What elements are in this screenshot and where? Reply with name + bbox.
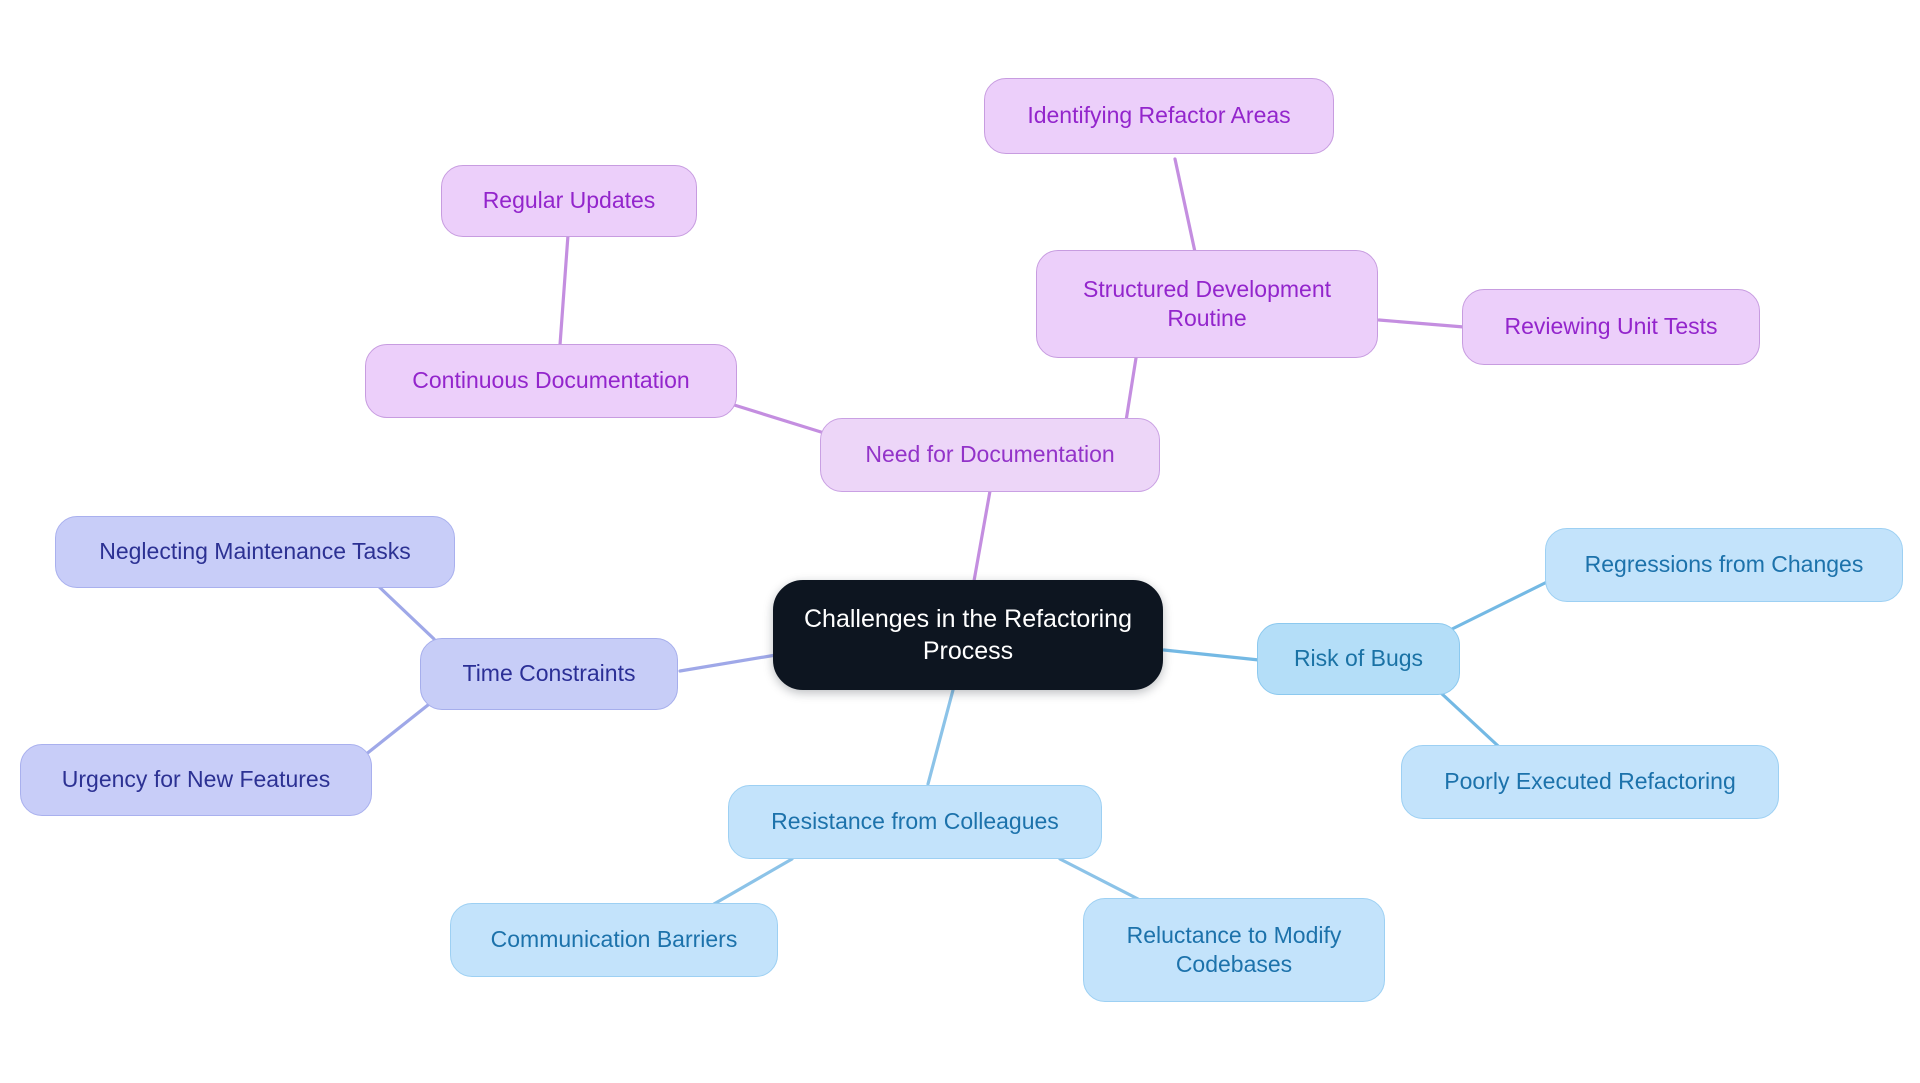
mindmap-canvas: Challenges in the Refactoring Process Ne… xyxy=(0,0,1920,1083)
edge-structured-routine-reviewing-unit-tests xyxy=(1377,318,1466,329)
node-need-for-documentation[interactable]: Need for Documentation xyxy=(820,418,1160,492)
node-risk-of-bugs[interactable]: Risk of Bugs xyxy=(1257,623,1460,695)
node-reluctance-to-modify-codebases[interactable]: Reluctance to Modify Codebases xyxy=(1083,898,1385,1002)
node-time-constraints[interactable]: Time Constraints xyxy=(420,638,678,710)
edge-documentation-continuous-documentation xyxy=(729,402,823,434)
node-neglecting-maintenance-tasks[interactable]: Neglecting Maintenance Tasks xyxy=(55,516,455,588)
node-resistance-from-colleagues[interactable]: Resistance from Colleagues xyxy=(728,785,1102,859)
edge-resistance-colleagues-reluctance-modify-codebases xyxy=(1058,857,1140,901)
edge-root-time-constraints xyxy=(678,653,778,673)
node-structured-development-routine[interactable]: Structured Development Routine xyxy=(1036,250,1378,358)
node-continuous-documentation[interactable]: Continuous Documentation xyxy=(365,344,737,418)
edge-continuous-documentation-regular-updates xyxy=(558,233,570,347)
node-identifying-refactor-areas[interactable]: Identifying Refactor Areas xyxy=(984,78,1334,154)
edge-time-constraints-urgency-new-features xyxy=(358,703,430,761)
node-regressions-from-changes[interactable]: Regressions from Changes xyxy=(1545,528,1903,602)
edge-root-resistance-colleagues xyxy=(926,688,955,786)
node-regular-updates[interactable]: Regular Updates xyxy=(441,165,697,237)
edge-time-constraints-neglecting-maintenance xyxy=(372,580,436,641)
node-poorly-executed-refactoring[interactable]: Poorly Executed Refactoring xyxy=(1401,745,1779,819)
node-root[interactable]: Challenges in the Refactoring Process xyxy=(773,580,1163,690)
node-communication-barriers[interactable]: Communication Barriers xyxy=(450,903,778,977)
edge-structured-routine-identifying-refactor-areas xyxy=(1173,157,1197,254)
edge-resistance-colleagues-communication-barriers xyxy=(712,857,794,906)
edge-risk-of-bugs-regressions-from-changes xyxy=(1442,578,1553,635)
edge-documentation-structured-routine xyxy=(1124,356,1138,423)
node-reviewing-unit-tests[interactable]: Reviewing Unit Tests xyxy=(1462,289,1760,365)
node-urgency-for-new-features[interactable]: Urgency for New Features xyxy=(20,744,372,816)
edge-root-risk-of-bugs xyxy=(1162,648,1261,662)
edge-root-documentation xyxy=(972,489,992,583)
